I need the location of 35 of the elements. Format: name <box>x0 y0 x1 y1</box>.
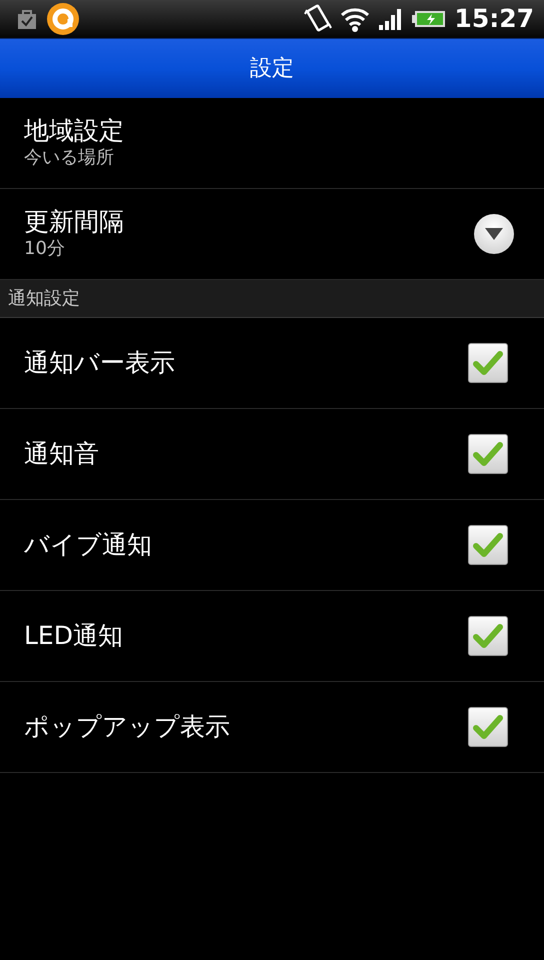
preference-title: バイブ通知 <box>24 530 153 560</box>
preference-title: 通知バー表示 <box>24 348 176 378</box>
preference-row[interactable]: ポップアップ表示 <box>0 682 544 773</box>
checkmark-icon <box>473 442 503 466</box>
wifi-icon <box>340 6 370 32</box>
preference-title: ポップアップ表示 <box>24 712 231 742</box>
preference-summary: 今いる場所 <box>24 146 115 170</box>
preference-summary: 10分 <box>24 237 66 261</box>
checkbox[interactable] <box>468 525 508 565</box>
checkbox[interactable] <box>468 707 508 747</box>
preference-row[interactable]: LED通知 <box>0 591 544 682</box>
dropdown-button[interactable] <box>474 214 514 254</box>
checkmark-icon <box>473 624 503 648</box>
preference-title: 地域設定 <box>24 116 125 146</box>
checkmark-icon <box>473 715 503 739</box>
vibrate-icon <box>304 4 332 34</box>
preference-title: 更新間隔 <box>24 207 125 238</box>
preference-title: 通知音 <box>24 439 100 469</box>
checkmark-icon <box>473 533 503 557</box>
clock: 15:27 <box>454 3 534 36</box>
battery-icon <box>412 9 446 29</box>
preference-row[interactable]: 通知音 <box>0 409 544 500</box>
checkmark-icon <box>473 351 503 375</box>
preference-title: LED通知 <box>24 621 124 651</box>
section-header: 通知設定 <box>0 280 544 318</box>
checkbox[interactable] <box>468 434 508 474</box>
caret-icon <box>485 228 503 240</box>
app-notification-icon <box>46 2 80 36</box>
preference-row[interactable]: バイブ通知 <box>0 500 544 591</box>
preference-row[interactable]: 通知バー表示 <box>0 318 544 409</box>
checkbox[interactable] <box>468 616 508 656</box>
preference-row[interactable]: 地域設定 今いる場所 <box>0 98 544 189</box>
market-icon <box>16 8 38 30</box>
screen-title: 設定 <box>250 55 294 83</box>
checkbox[interactable] <box>468 343 508 383</box>
